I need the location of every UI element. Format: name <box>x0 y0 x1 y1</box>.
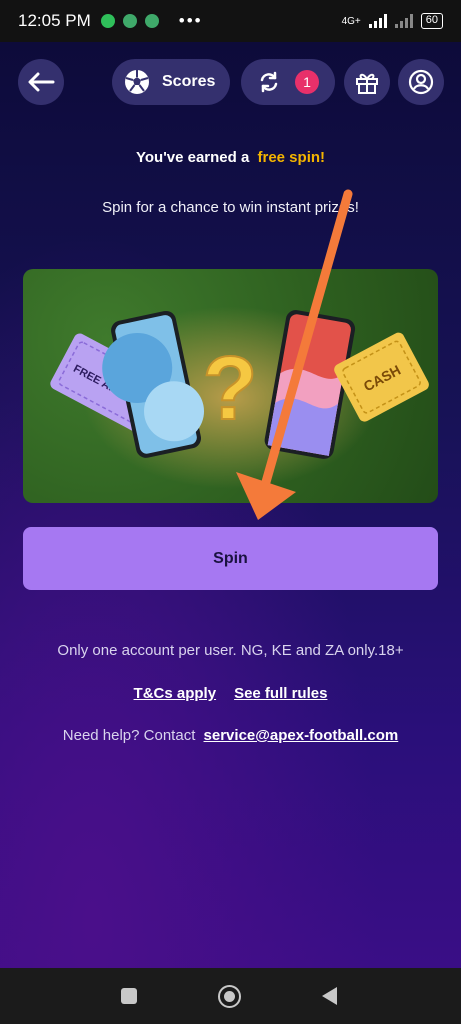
status-time: 12:05 PM <box>18 11 91 30</box>
help-text: Need help? Contact service@apex-football… <box>0 727 461 744</box>
signal-icon <box>368 14 387 28</box>
notification-badge: 1 <box>295 70 319 94</box>
question-mark-icon: ? <box>203 339 258 439</box>
orange-arrow-annotation <box>236 189 353 520</box>
tcs-link[interactable]: T&Cs apply <box>134 685 217 702</box>
profile-button[interactable] <box>398 59 444 105</box>
scores-label: Scores <box>162 73 216 90</box>
battery-indicator: 60 <box>420 13 443 29</box>
subtitle: Spin for a chance to win instant prizes! <box>102 199 359 216</box>
status-right: 4G+ 60 <box>342 13 443 29</box>
home-icon[interactable] <box>218 985 241 1008</box>
system-nav-bar <box>0 968 461 1024</box>
app-notification-icon <box>144 14 159 28</box>
back-button[interactable] <box>18 59 64 105</box>
support-email-link[interactable]: service@apex-football.com <box>204 727 399 744</box>
gift-icon <box>356 73 378 94</box>
headline: You've earned a free spin! <box>0 149 461 166</box>
arrow-left-icon <box>28 72 55 92</box>
headline-accent: free spin! <box>257 149 326 166</box>
prize-banner: FREE AIRTIME ? CASH <box>23 269 438 503</box>
scores-button[interactable]: Scores <box>112 59 230 105</box>
recent-apps-icon[interactable] <box>121 988 137 1004</box>
terms-links: T&Cs apply See full rules <box>0 685 461 702</box>
full-rules-link[interactable]: See full rules <box>234 685 327 702</box>
app-notification-icon <box>122 14 137 28</box>
gift-button[interactable] <box>344 59 390 105</box>
spins-refresh-button[interactable]: 1 <box>241 59 335 105</box>
top-navigation: Scores 1 <box>18 59 444 105</box>
headline-prefix: You've earned a <box>135 149 250 166</box>
user-icon <box>408 69 434 95</box>
back-triangle-icon[interactable] <box>322 987 337 1005</box>
eligibility-text: Only one account per user. NG, KE and ZA… <box>57 642 404 659</box>
status-bar: 12:05 PM ••• 4G+ 60 <box>0 0 461 42</box>
left-phone <box>102 310 205 458</box>
more-notifications-icon: ••• <box>178 11 203 30</box>
signal-icon-secondary <box>394 14 413 28</box>
network-type: 4G+ <box>341 15 361 27</box>
soccer-ball-icon <box>125 70 149 94</box>
whatsapp-notification-icon <box>100 14 115 28</box>
help-prefix: Need help? Contact <box>62 727 196 744</box>
refresh-icon <box>260 71 278 93</box>
spin-button[interactable]: Spin <box>23 527 438 590</box>
promo-screen: Scores 1 You've earned a free spin! Spin… <box>0 42 461 968</box>
prize-illustration: FREE AIRTIME ? CASH <box>50 310 429 459</box>
